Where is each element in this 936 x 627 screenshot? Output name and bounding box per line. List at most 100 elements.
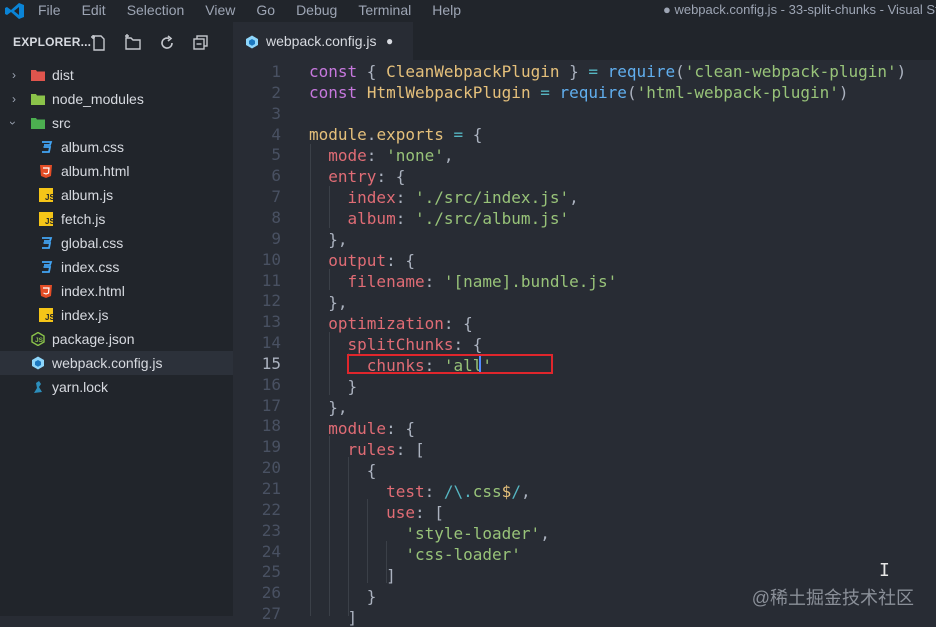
- svg-text:JS: JS: [45, 313, 53, 322]
- code-line-9: },: [309, 230, 348, 249]
- chevron-right-icon: ›: [12, 92, 16, 106]
- text-cursor: [479, 356, 481, 372]
- highlight-box: [347, 354, 553, 374]
- js-icon: JS: [39, 188, 53, 202]
- tree-file-global-css[interactable]: global.css: [0, 231, 233, 255]
- code-line-2: const HtmlWebpackPlugin = require('html-…: [309, 83, 849, 102]
- code-line-24: 'css-loader': [405, 545, 521, 564]
- editor-area: webpack.config.js ● 1 2 3 4 5 6 7 8 9 10 11 12 13 14 1…: [233, 22, 936, 627]
- line-number: 14: [261, 333, 281, 353]
- tree-file-index-js[interactable]: JS index.js: [0, 303, 233, 327]
- tree-file-album-css[interactable]: album.css: [0, 135, 233, 159]
- code-line-7: index: './src/index.js',: [347, 188, 579, 207]
- tree-folder-dist[interactable]: › dist: [0, 63, 233, 87]
- svg-text:JS: JS: [35, 337, 44, 344]
- line-number: 22: [261, 499, 281, 519]
- yarn-icon: [34, 381, 42, 393]
- tree-label: album.css: [61, 139, 125, 155]
- explorer-sidebar: EXPLORER... › dist › node_modules › src …: [0, 22, 233, 616]
- tree-label: index.js: [61, 307, 109, 323]
- js-icon: JS: [39, 308, 53, 322]
- tree-file-index-css[interactable]: index.css: [0, 255, 233, 279]
- menu-selection[interactable]: Selection: [127, 1, 185, 19]
- line-number: 1: [271, 62, 281, 81]
- tree-label: src: [52, 115, 71, 131]
- line-number: 21: [261, 479, 281, 498]
- line-number: 5: [271, 145, 281, 165]
- js-icon: JS: [39, 212, 53, 226]
- watermark: @稀土掘金技术社区: [751, 588, 914, 608]
- menu-debug[interactable]: Debug: [296, 1, 337, 19]
- vscode-logo-icon: [5, 3, 24, 19]
- window-title: ● webpack.config.js - 33-split-chunks - …: [663, 2, 936, 17]
- tree-folder-src[interactable]: › src: [0, 111, 233, 135]
- code-line-12: },: [309, 293, 348, 312]
- code-line-8: album: './src/album.js': [347, 209, 570, 228]
- tree-label: index.html: [61, 283, 125, 299]
- menu-file[interactable]: File: [38, 1, 61, 19]
- unsaved-dot-icon[interactable]: ●: [386, 34, 393, 48]
- tree-label: global.css: [61, 235, 124, 251]
- tree-label: fetch.js: [61, 211, 106, 227]
- tab-webpack-config[interactable]: webpack.config.js ●: [233, 22, 413, 60]
- tree-file-album-html[interactable]: album.html: [0, 159, 233, 183]
- line-number: 19: [261, 437, 281, 457]
- code-line-1: const { CleanWebpackPlugin } = require('…: [309, 62, 907, 81]
- tree-label: webpack.config.js: [52, 355, 163, 371]
- line-number: 25: [261, 562, 281, 582]
- folder-dist-icon: [31, 70, 45, 81]
- code-line-20: {: [309, 461, 377, 480]
- html-icon: [40, 285, 52, 298]
- chevron-right-icon: ›: [12, 68, 16, 82]
- line-number: 7: [271, 187, 281, 207]
- new-file-icon[interactable]: [90, 34, 108, 52]
- menu-edit[interactable]: Edit: [82, 1, 106, 19]
- code-line-21: test: /\.css$/,: [386, 482, 531, 501]
- tree-file-index-html[interactable]: index.html: [0, 279, 233, 303]
- code-line-27: ]: [309, 608, 358, 627]
- line-number: 18: [261, 416, 281, 436]
- line-number: 9: [271, 228, 281, 248]
- menu-bar: File Edit Selection View Go Debug Termin…: [38, 1, 482, 19]
- code-line-25: ]: [309, 566, 396, 585]
- line-number: 12: [261, 291, 281, 311]
- menu-help[interactable]: Help: [432, 1, 461, 19]
- line-number: 6: [271, 166, 281, 186]
- folder-src-icon: [31, 118, 45, 129]
- menu-go[interactable]: Go: [256, 1, 275, 19]
- new-folder-icon[interactable]: [124, 34, 142, 52]
- line-number: 24: [261, 541, 281, 561]
- code-line-11: filename: '[name].bundle.js': [347, 272, 618, 291]
- code-editor[interactable]: 1 2 3 4 5 6 7 8 9 10 11 12 13 14 15 16 17 18 19 20 21 22 23 24 2…: [233, 60, 936, 627]
- menu-view[interactable]: View: [205, 1, 235, 19]
- svg-text:JS: JS: [45, 217, 53, 226]
- svg-text:JS: JS: [45, 193, 53, 202]
- line-number: 8: [271, 207, 281, 227]
- tree-file-package-json[interactable]: JS package.json: [0, 327, 233, 351]
- line-number: 26: [261, 583, 281, 603]
- folder-node-icon: [31, 94, 45, 105]
- line-number: 15: [261, 353, 281, 373]
- menu-terminal[interactable]: Terminal: [358, 1, 411, 19]
- mouse-ibeam-cursor-icon: I: [879, 560, 890, 581]
- collapse-all-icon[interactable]: [192, 34, 210, 52]
- chevron-down-icon: ›: [6, 121, 20, 125]
- title-bar: File Edit Selection View Go Debug Termin…: [0, 0, 936, 22]
- line-number: 13: [261, 312, 281, 332]
- line-number: 16: [261, 374, 281, 394]
- code-line-5: mode: 'none',: [328, 146, 454, 165]
- tree-folder-node-modules[interactable]: › node_modules: [0, 87, 233, 111]
- webpack-icon: [32, 356, 44, 370]
- tree-label: index.css: [61, 259, 120, 275]
- tree-file-fetch-js[interactable]: JS fetch.js: [0, 207, 233, 231]
- line-number: 27: [261, 604, 281, 624]
- tree-label: album.html: [61, 163, 130, 179]
- explorer-title: EXPLORER...: [13, 35, 92, 49]
- code-line-22: use: [: [386, 503, 444, 522]
- tree-file-webpack-config[interactable]: webpack.config.js: [0, 351, 233, 375]
- tree-file-yarn-lock[interactable]: yarn.lock: [0, 375, 233, 399]
- tree-file-album-js[interactable]: JS album.js: [0, 183, 233, 207]
- refresh-icon[interactable]: [158, 34, 176, 52]
- line-number: 20: [261, 458, 281, 478]
- code-line-19: rules: [: [347, 440, 425, 459]
